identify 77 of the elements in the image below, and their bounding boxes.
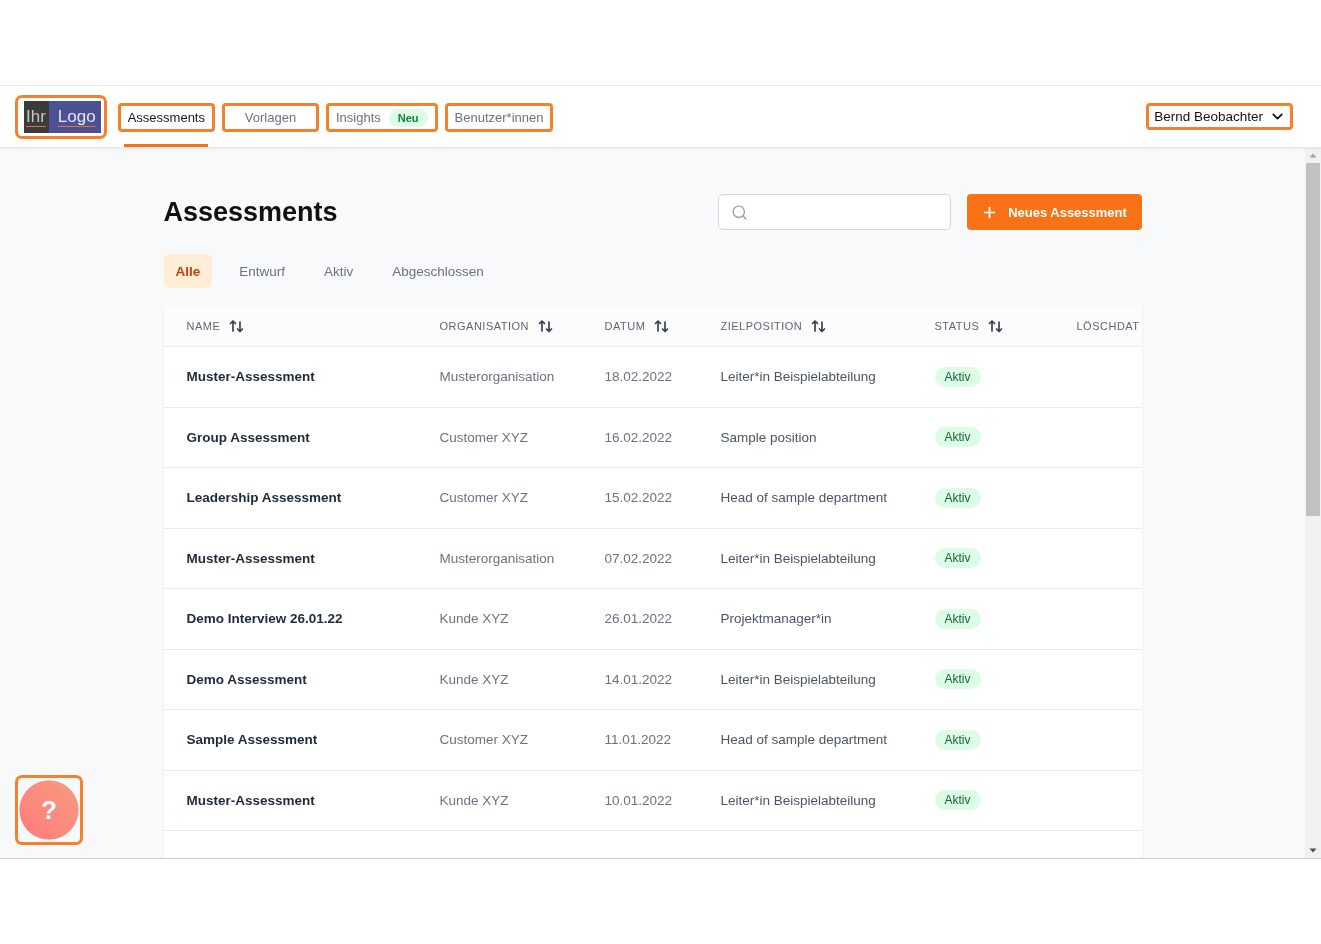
column-header: ZIELPOSITION [720,319,803,332]
scrollbar-thumb[interactable] [1306,163,1320,516]
status-badge: Aktiv [934,427,981,448]
nav-tab[interactable]: Benutzer*innen [444,103,554,133]
table-cell-text: Customer XYZ [439,429,530,445]
table-cell-text: Demo Assessment [186,671,308,687]
logo[interactable]: Ihr Logo [15,94,107,139]
table-cell-text: 18.02.2022 [604,369,674,385]
status-badge: Aktiv [934,487,981,508]
table-row[interactable]: Demo Interview 26.01.22 Kunde XYZ 26.01.2022 Projektmanager*in Aktiv [163,589,1142,650]
table-row[interactable]: Muster-Assessment Musterorganisation 07.02.2022 Leiter*in Beispielabteilung Aktiv [163,528,1142,589]
status-badge: Aktiv [934,790,981,811]
page-title: Assessments [163,196,339,228]
status-badge: Aktiv [934,366,981,387]
table-cell-text: Projektmanager*in [720,611,833,627]
table-cell-text: Musterorganisation [439,550,556,566]
table-cell-text: Leiter*in Beispielabteilung [720,550,877,566]
status-badge: Aktiv [934,729,981,750]
table-cell-text: Sample Assessment [186,732,319,748]
table-cell-text: 14.01.2022 [604,671,674,687]
table-row[interactable]: Demo Assessment Kunde XYZ 14.01.2022 Leiter*in Beispielabteilung Aktiv [163,649,1142,710]
table-cell-text: Head of sample department [720,732,889,748]
table-cell-text: Kunde XYZ [439,671,510,687]
table-cell-text: 10.01.2022 [604,792,674,808]
column-header: STATUS [934,319,980,332]
filter-tab[interactable]: Aktiv [312,254,366,288]
search-icon [730,203,748,221]
column-header: LÖSCHDAT [1076,319,1140,332]
table-cell-text: Muster-Assessment [186,550,316,566]
sort-icon[interactable] [988,318,1004,333]
table-cell-text: 26.01.2022 [604,611,674,627]
sort-icon[interactable] [538,318,554,333]
table-cell-text: Customer XYZ [439,490,530,506]
filter-tab[interactable]: Abgeschlossen [380,254,496,288]
sort-icon[interactable] [654,318,670,333]
table-cell-text: Leiter*in Beispielabteilung [720,671,877,687]
filter-tab[interactable]: Alle [163,254,213,288]
table-cell-text: Kunde XYZ [439,611,510,627]
table-cell-text: Customer XYZ [439,732,530,748]
new-badge: Neu [388,108,428,127]
table-row[interactable]: Group Assessment Customer XYZ 16.02.2022 Sample position Aktiv [163,407,1142,468]
status-badge: Aktiv [934,608,981,629]
status-badge: Aktiv [934,548,981,569]
nav-tab[interactable]: Vorlagen [222,103,319,133]
column-header: NAME [186,319,221,332]
table-cell-text: Leiter*in Beispielabteilung [720,369,877,385]
table-cell-text: Muster-Assessment [186,369,316,385]
scrollbar-track[interactable] [1305,148,1321,858]
table-cell-text: Leadership Assessment [186,490,343,506]
table-cell-text: Kunde XYZ [439,792,510,808]
sort-icon[interactable] [229,318,245,333]
table-cell-text: 11.01.2022 [604,732,673,748]
nav-tab[interactable]: Assessments [117,103,215,133]
column-header: DATUM [604,319,646,332]
user-menu[interactable]: Bernd Beobachter [1146,103,1293,130]
table-cell-text: Musterorganisation [439,369,556,385]
filter-tab[interactable]: Entwurf [227,254,298,288]
table-cell-text: Leiter*in Beispielabteilung [720,792,877,808]
table-cell-text: 16.02.2022 [604,429,674,445]
table-row[interactable]: Muster-Assessment Musterorganisation 18.02.2022 Leiter*in Beispielabteilung Aktiv [163,347,1142,408]
table-cell-text: Demo Interview 26.01.22 [186,611,344,627]
table-row[interactable]: Muster-Assessment Kunde XYZ 10.01.2022 Leiter*in Beispielabteilung Aktiv [163,770,1142,831]
table-cell-text: 07.02.2022 [604,550,674,566]
table-cell-text: Muster-Assessment [186,792,316,808]
table-row[interactable]: Sample Assessment Customer XYZ 11.01.2022 Head of sample department Aktiv [163,710,1142,771]
logo-word: Logo [48,100,101,133]
table-cell-text: 15.02.2022 [604,490,674,506]
table-cell-text: Head of sample department [720,490,889,506]
column-header: ORGANISATION [439,319,530,332]
search-field[interactable] [717,194,951,230]
logo-word: Ihr [24,100,49,133]
table-cell-text: Sample position [720,429,818,445]
table-row[interactable]: Leadership Assessment Customer XYZ 15.02.2022 Head of sample department Aktiv [163,468,1142,529]
status-badge: Aktiv [934,669,981,690]
sort-icon[interactable] [811,318,827,333]
table-cell-text: Group Assessment [186,429,311,445]
nav-tab[interactable]: Insights Neu [326,103,438,133]
